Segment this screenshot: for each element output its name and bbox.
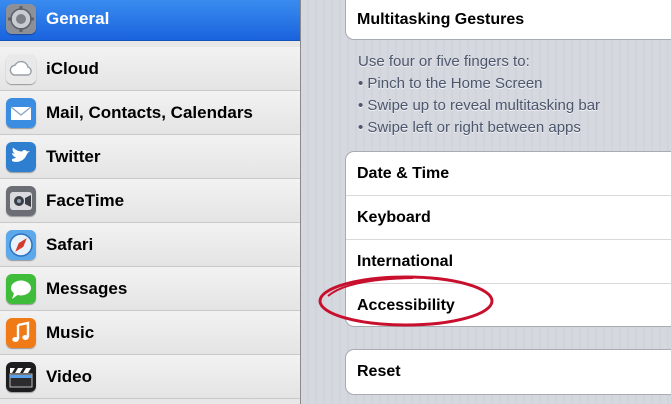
footer-line: • Pinch to the Home Screen [358, 75, 543, 92]
sidebar-item-general[interactable]: General [0, 0, 300, 41]
settings-detail-panel: Multitasking Gestures Use four or five f… [301, 0, 671, 404]
international-row[interactable]: International [346, 240, 671, 284]
sidebar-item-icloud[interactable]: iCloud [0, 47, 300, 91]
sidebar-item-label: Messages [46, 279, 128, 298]
compass-icon [6, 230, 36, 260]
settings-sidebar: General iCloud Mail, Contacts, Calendars… [0, 0, 301, 404]
sidebar-item-mail[interactable]: Mail, Contacts, Calendars [0, 91, 300, 135]
sidebar-item-label: General [46, 9, 110, 28]
music-note-icon [6, 318, 36, 348]
sidebar-item-label: Twitter [46, 147, 101, 166]
video-camera-icon [6, 186, 36, 216]
sidebar-item-label: FaceTime [46, 191, 125, 210]
clapperboard-icon [6, 362, 36, 392]
sidebar-item-label: Mail, Contacts, Calendars [46, 103, 253, 122]
footer-line: Use four or five fingers to: [358, 53, 530, 70]
sidebar-item-safari[interactable]: Safari [0, 223, 300, 267]
twitter-bird-icon [6, 142, 36, 172]
date-time-row[interactable]: Date & Time [346, 152, 671, 196]
sidebar-item-music[interactable]: Music [0, 311, 300, 355]
reset-group: Reset [345, 349, 671, 395]
sidebar-item-label: Video [46, 367, 92, 386]
multitasking-gestures-row[interactable]: Multitasking Gestures [346, 0, 671, 39]
accessibility-row[interactable]: Accessibility [346, 284, 671, 326]
mail-icon [6, 98, 36, 128]
sidebar-item-label: Safari [46, 235, 94, 254]
cloud-icon [6, 54, 36, 84]
sidebar-item-video[interactable]: Video [0, 355, 300, 399]
multitasking-gestures-description: Use four or five fingers to: • Pinch to … [358, 51, 668, 139]
general-settings-group: Date & Time Keyboard International Acces… [345, 151, 671, 327]
sidebar-item-facetime[interactable]: FaceTime [0, 179, 300, 223]
footer-line: • Swipe up to reveal multitasking bar [358, 97, 601, 114]
sidebar-item-label: iCloud [46, 59, 99, 78]
keyboard-row[interactable]: Keyboard [346, 196, 671, 240]
sidebar-item-messages[interactable]: Messages [0, 267, 300, 311]
sidebar-item-label: Music [46, 323, 95, 342]
reset-row[interactable]: Reset [346, 350, 671, 394]
gear-icon [6, 4, 36, 34]
multitasking-gestures-group: Multitasking Gestures [345, 0, 671, 40]
speech-bubble-icon [6, 274, 36, 304]
footer-line: • Swipe left or right between apps [358, 119, 581, 136]
sidebar-item-twitter[interactable]: Twitter [0, 135, 300, 179]
